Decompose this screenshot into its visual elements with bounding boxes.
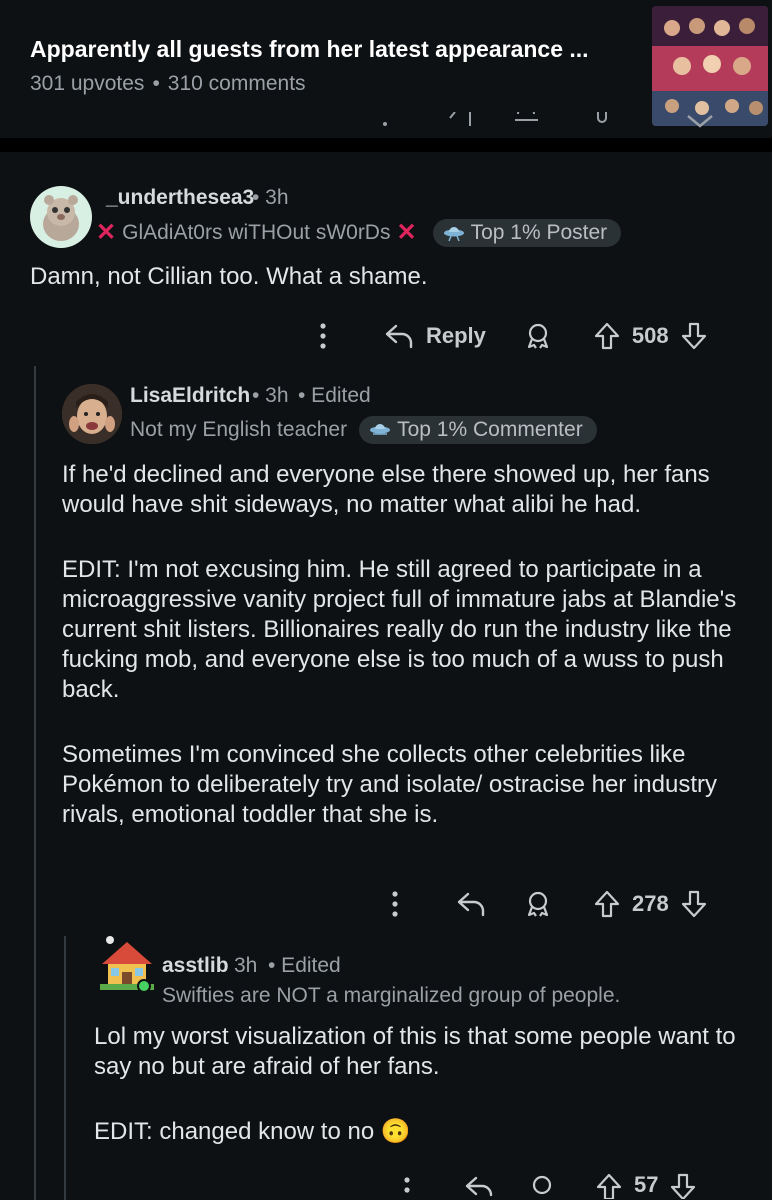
comment-paragraph: Damn, not Cillian too. What a shame. — [30, 263, 428, 290]
flair-text: GlAdiAt0rs wiTHOut sW0rDs — [122, 220, 391, 244]
cross-mark-icon: ✕ — [96, 219, 117, 246]
section-divider — [0, 138, 772, 152]
reply-button[interactable] — [464, 1172, 494, 1198]
badge-label: Top 1% Poster — [470, 220, 608, 244]
downvote-icon[interactable] — [681, 322, 707, 350]
comment-paragraph: If he'd declined and everyone else there… — [62, 461, 710, 518]
user-flair: Swifties are NOT a marginalized group of… — [162, 984, 620, 1008]
award-icon[interactable] — [524, 322, 552, 350]
reply-icon — [385, 324, 413, 349]
upvote-icon[interactable] — [594, 322, 620, 350]
post-actions-partial — [370, 112, 730, 132]
comment-body: Lol my worst visualization of this is th… — [94, 1022, 754, 1147]
comment-time: 3h — [234, 954, 258, 977]
award-icon[interactable] — [524, 890, 552, 918]
ufo-icon — [443, 226, 464, 241]
comment-paragraph: Sometimes I'm convinced she collects oth… — [62, 741, 717, 828]
comment-time: • 3h — [252, 186, 289, 209]
ufo-icon — [370, 424, 391, 435]
comment-paragraph: Lol my worst visualization of this is th… — [94, 1023, 736, 1080]
comment-author[interactable]: LisaEldritch — [130, 384, 250, 408]
upvote-icon[interactable] — [596, 1171, 622, 1199]
downvote-icon[interactable] — [681, 890, 707, 918]
meta-separator: • — [152, 72, 160, 95]
vote-score: 508 — [631, 323, 669, 348]
more-options-icon[interactable] — [312, 323, 334, 349]
post-header[interactable]: Apparently all guests from her latest ap… — [0, 0, 772, 138]
avatar[interactable] — [62, 384, 122, 444]
award-icon[interactable] — [528, 1171, 556, 1199]
comment-body: Damn, not Cillian too. What a shame. — [30, 262, 730, 292]
user-flair: Not my English teacher Top 1% Commenter — [130, 416, 597, 444]
reply-icon — [465, 1176, 493, 1197]
upvote-count: 301 upvotes — [30, 72, 145, 95]
flair-text: Swifties are NOT a marginalized group of… — [162, 984, 621, 1007]
avatar[interactable] — [30, 186, 92, 248]
reply-label: Reply — [426, 323, 486, 348]
reply-icon — [457, 892, 485, 917]
post-thumbnail[interactable] — [652, 6, 768, 126]
comment-actions: Reply 508 — [312, 316, 707, 356]
top-poster-badge: Top 1% Poster — [432, 218, 622, 247]
vote-score: 57 — [634, 1172, 659, 1197]
reply-button[interactable] — [456, 891, 486, 917]
top-commenter-badge: Top 1% Commenter — [359, 416, 597, 444]
user-flair: ✕ GlAdiAt0rs wiTHOut sW0rDs ✕ Top 1% Pos… — [96, 218, 622, 247]
post-meta: 301 upvotes • 310 comments — [30, 72, 306, 96]
comment-author[interactable]: _underthesea3 — [106, 186, 254, 210]
comment-paragraph: EDIT: changed know to no 🙃 — [94, 1118, 411, 1145]
upvote-icon[interactable] — [594, 890, 620, 918]
vote-score: 278 — [632, 891, 669, 916]
edited-label: • Edited — [268, 954, 341, 977]
avatar[interactable] — [98, 934, 156, 992]
edited-label: • Edited — [298, 384, 371, 407]
cross-mark-icon: ✕ — [396, 219, 417, 246]
reply-button[interactable]: Reply — [384, 323, 486, 349]
comment-time: • 3h — [252, 384, 289, 407]
thread-line[interactable] — [34, 366, 36, 1200]
comment-body: If he'd declined and everyone else there… — [62, 460, 752, 830]
comment-count: 310 comments — [167, 72, 306, 95]
badge-label: Top 1% Commenter — [397, 418, 583, 441]
comment-author[interactable]: asstlib — [162, 954, 229, 978]
more-options-icon[interactable] — [384, 891, 406, 917]
comment-actions: 278 — [384, 884, 707, 924]
thread-line[interactable] — [64, 936, 66, 1200]
downvote-icon[interactable] — [670, 1171, 696, 1199]
comment-actions: 57 — [396, 1170, 696, 1200]
flair-text: Not my English teacher — [130, 418, 348, 441]
post-title[interactable]: Apparently all guests from her latest ap… — [30, 36, 630, 63]
more-options-icon[interactable] — [396, 1170, 418, 1196]
comment-paragraph: EDIT: I'm not excusing him. He still agr… — [62, 556, 737, 703]
